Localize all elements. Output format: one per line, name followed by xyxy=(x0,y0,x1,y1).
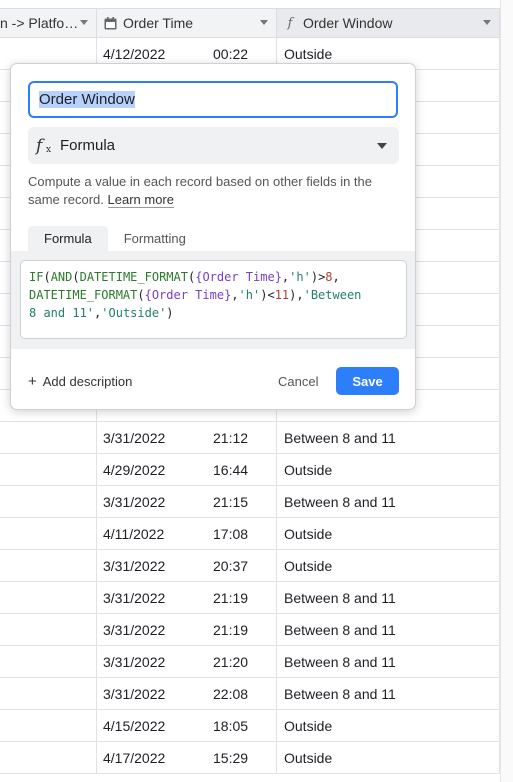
formula-editor[interactable]: IF(AND(DATETIME_FORMAT({Order Time},'h')… xyxy=(20,260,407,339)
platform-cell[interactable] xyxy=(0,422,97,453)
chevron-down-icon[interactable] xyxy=(80,20,88,25)
learn-more-link[interactable]: Learn more xyxy=(107,192,174,208)
order-time-cell[interactable]: 21:20 xyxy=(207,646,277,677)
field-type-label: Formula xyxy=(60,137,116,154)
table-row[interactable]: 3/31/2022 21:19 Between 8 and 11 xyxy=(0,582,500,614)
add-description-label: Add description xyxy=(42,374,133,389)
table-row[interactable]: 4/15/2022 18:05 Outside xyxy=(0,710,500,742)
order-date-cell[interactable]: 3/31/2022 xyxy=(97,582,207,613)
table-row[interactable]: 3/31/2022 21:19 Between 8 and 11 xyxy=(0,614,500,646)
order-time-cell[interactable]: 15:29 xyxy=(207,742,277,773)
platform-cell[interactable] xyxy=(0,582,97,613)
table-row[interactable]: 4/11/2022 17:08 Outside xyxy=(0,518,500,550)
table-row[interactable]: 3/31/2022 21:20 Between 8 and 11 xyxy=(0,646,500,678)
platform-cell[interactable] xyxy=(0,486,97,517)
order-date-cell[interactable]: 3/31/2022 xyxy=(97,550,207,581)
order-time-cell[interactable]: 21:12 xyxy=(207,422,277,453)
chevron-down-icon[interactable] xyxy=(483,20,491,25)
platform-cell[interactable] xyxy=(0,710,97,741)
order-date-cell[interactable]: 4/29/2022 xyxy=(97,454,207,485)
formula-editor-panel: IF(AND(DATETIME_FORMAT({Order Time},'h')… xyxy=(11,251,415,349)
column-header-label: n -> Platfo… xyxy=(0,15,79,31)
order-window-cell[interactable]: Between 8 and 11 xyxy=(277,614,500,645)
tab-formula[interactable]: Formula xyxy=(28,226,108,251)
order-time-cell[interactable]: 18:05 xyxy=(207,710,277,741)
order-date-cell[interactable]: 4/15/2022 xyxy=(97,710,207,741)
order-date-cell[interactable]: 3/31/2022 xyxy=(97,486,207,517)
formula-fx-icon: fx xyxy=(36,135,52,156)
description-text: Compute a value in each record based on … xyxy=(28,174,372,207)
order-time-cell[interactable]: 17:08 xyxy=(207,518,277,549)
platform-cell[interactable] xyxy=(0,646,97,677)
order-window-cell[interactable]: Outside xyxy=(277,742,500,773)
order-window-cell[interactable]: Outside xyxy=(277,518,500,549)
table-row[interactable]: 4/29/2022 16:44 Outside xyxy=(0,454,500,486)
field-type-select[interactable]: fx Formula xyxy=(28,127,399,164)
table-row[interactable]: 3/31/2022 20:37 Outside xyxy=(0,550,500,582)
order-window-cell[interactable]: Outside xyxy=(277,454,500,485)
order-window-cell[interactable]: Between 8 and 11 xyxy=(277,646,500,677)
column-header-order-window[interactable]: f Order Window xyxy=(277,9,500,37)
chevron-down-icon[interactable] xyxy=(260,20,268,25)
formula-fx-icon: f xyxy=(287,15,293,31)
formula-tabs: Formula Formatting xyxy=(28,226,202,251)
order-window-cell[interactable]: Between 8 and 11 xyxy=(277,582,500,613)
vertical-scrollbar[interactable] xyxy=(500,0,513,782)
order-time-cell[interactable]: 21:15 xyxy=(207,486,277,517)
column-header-label: Order Time xyxy=(123,15,194,31)
order-time-cell[interactable]: 16:44 xyxy=(207,454,277,485)
field-config-dialog: Order Window fx Formula Compute a value … xyxy=(10,63,416,410)
platform-cell[interactable] xyxy=(0,518,97,549)
table-row[interactable]: 3/31/2022 21:12 Between 8 and 11 xyxy=(0,422,500,454)
calendar-icon xyxy=(103,16,117,30)
field-description: Compute a value in each record based on … xyxy=(28,173,400,209)
field-name-input[interactable]: Order Window xyxy=(28,81,398,118)
order-date-cell[interactable]: 3/31/2022 xyxy=(97,422,207,453)
table-row[interactable]: 4/17/2022 15:29 Outside xyxy=(0,742,500,774)
order-window-cell[interactable]: Outside xyxy=(277,710,500,741)
order-date-cell[interactable]: 3/31/2022 xyxy=(97,614,207,645)
column-header-label: Order Window xyxy=(303,15,393,31)
order-date-cell[interactable]: 3/31/2022 xyxy=(97,678,207,709)
grid-header: n -> Platfo… Order Time f Order Window xyxy=(0,8,500,38)
order-time-cell[interactable]: 22:08 xyxy=(207,678,277,709)
order-time-cell[interactable]: 21:19 xyxy=(207,614,277,645)
column-header-platform[interactable]: n -> Platfo… xyxy=(0,9,97,37)
tab-formatting[interactable]: Formatting xyxy=(108,226,202,251)
add-description-button[interactable]: + Add description xyxy=(28,373,132,390)
order-date-cell[interactable]: 3/31/2022 xyxy=(97,646,207,677)
order-time-cell[interactable]: 21:19 xyxy=(207,582,277,613)
order-window-cell[interactable]: Between 8 and 11 xyxy=(277,486,500,517)
order-window-cell[interactable]: Between 8 and 11 xyxy=(277,678,500,709)
chevron-down-icon xyxy=(377,143,387,149)
order-window-cell[interactable]: Between 8 and 11 xyxy=(277,422,500,453)
cancel-button[interactable]: Cancel xyxy=(278,374,318,389)
table-row[interactable]: 3/31/2022 22:08 Between 8 and 11 xyxy=(0,678,500,710)
column-header-order-time[interactable]: Order Time xyxy=(97,9,277,37)
field-name-value: Order Window xyxy=(39,91,135,108)
order-window-cell[interactable]: Outside xyxy=(277,550,500,581)
order-date-cell[interactable]: 4/17/2022 xyxy=(97,742,207,773)
platform-cell[interactable] xyxy=(0,454,97,485)
plus-icon: + xyxy=(28,373,37,390)
table-row[interactable]: 3/31/2022 21:15 Between 8 and 11 xyxy=(0,486,500,518)
platform-cell[interactable] xyxy=(0,614,97,645)
save-button[interactable]: Save xyxy=(336,367,399,395)
platform-cell[interactable] xyxy=(0,550,97,581)
platform-cell[interactable] xyxy=(0,678,97,709)
order-date-cell[interactable]: 4/11/2022 xyxy=(97,518,207,549)
order-time-cell[interactable]: 20:37 xyxy=(207,550,277,581)
platform-cell[interactable] xyxy=(0,742,97,773)
